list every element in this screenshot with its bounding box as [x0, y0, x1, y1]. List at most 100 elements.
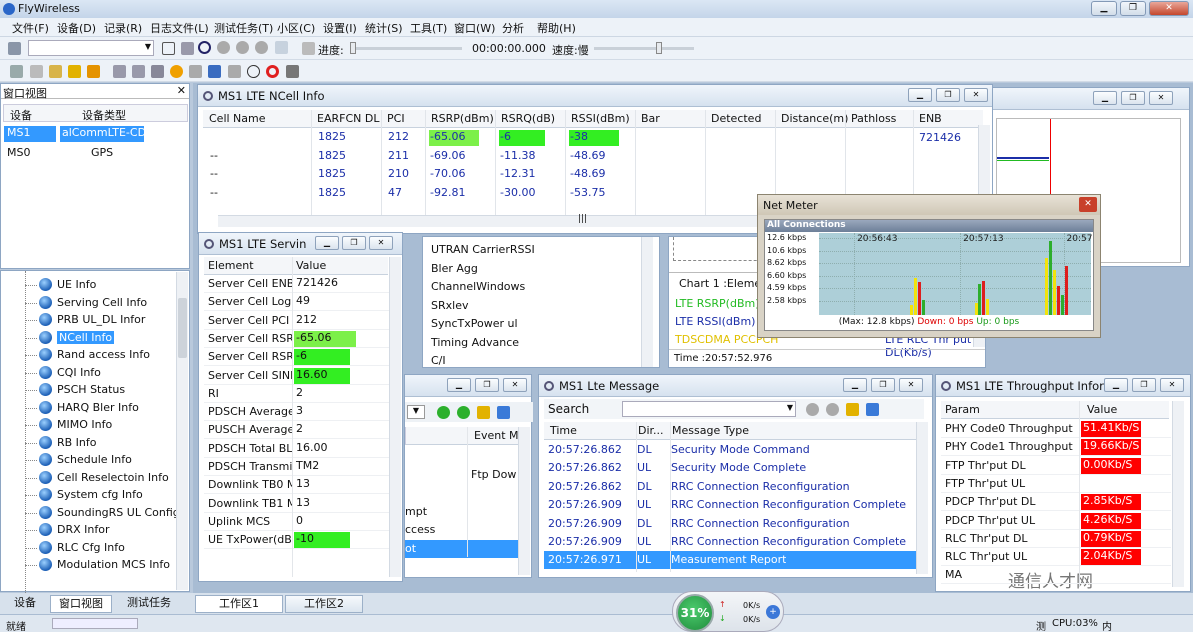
plus-icon[interactable]: +	[766, 605, 780, 619]
tab-workspace-1[interactable]: 工作区1	[195, 595, 283, 613]
menu-item[interactable]: 记录(R)	[104, 20, 142, 36]
minimize-button[interactable]: ▁	[843, 378, 867, 392]
ncell-col-header[interactable]: Distance(m)	[781, 112, 848, 125]
menu-item[interactable]: 文件(F)	[12, 20, 49, 36]
stop-icon[interactable]	[162, 42, 175, 55]
col-device-type[interactable]: 设备类型	[82, 107, 126, 123]
tree-item[interactable]: Cell Reselectoin Info	[25, 470, 176, 486]
tree-item[interactable]: NCell Info	[25, 330, 176, 346]
timer-icon[interactable]	[247, 65, 260, 78]
bus-icon[interactable]	[286, 65, 299, 78]
event-row[interactable]	[405, 447, 518, 465]
col-value[interactable]: Value	[1087, 403, 1117, 416]
table-row[interactable]: RLC Thr'put DL 0.79Kb/S	[941, 530, 1171, 548]
tree-item[interactable]: RLC Cfg Info	[25, 540, 176, 556]
speed-slider[interactable]	[594, 42, 694, 54]
restore-button[interactable]: ❐	[936, 88, 960, 102]
info-icon[interactable]	[198, 41, 211, 54]
table-row[interactable]: PDCP Thr'put UL 4.26Kb/S	[941, 512, 1171, 530]
message-row[interactable]: 20:57:26.909 UL RRC Connection Reconfigura…	[544, 496, 916, 514]
col-event[interactable]: Event M	[474, 429, 519, 442]
restore-button[interactable]: ❐	[342, 236, 366, 250]
ncell-col-header[interactable]: EARFCN DL	[317, 112, 379, 125]
table-row[interactable]: RI 2	[204, 385, 389, 403]
tab-devices[interactable]: 设备	[2, 595, 48, 613]
table-row[interactable]: RLC Thr'put UL 2.04Kb/S	[941, 548, 1171, 567]
close-button[interactable]: ✕	[899, 378, 923, 392]
close-icon[interactable]: ✕	[177, 84, 186, 97]
table-row[interactable]: PHY Code1 Throughput 19.66Kb/S	[941, 438, 1171, 457]
tree-item[interactable]: Rand access Info	[25, 347, 176, 363]
table-row[interactable]: Server Cell SINR 16.60	[204, 367, 389, 385]
param-item[interactable]: ChannelWindows	[431, 280, 525, 293]
arrow-up-icon[interactable]	[806, 403, 819, 416]
device-row[interactable]: MS1 alCommLTE-CDMA	[4, 124, 189, 142]
menu-item[interactable]: 小区(C)	[277, 20, 315, 36]
ncell-col-header[interactable]: Detected	[711, 112, 761, 125]
table-row[interactable]: Server Cell ENB 721426	[204, 275, 389, 293]
import-icon[interactable]	[87, 65, 100, 78]
folder-icon[interactable]	[8, 42, 21, 55]
table-row[interactable]: -- 1825 211 -69.06 -11.38 -48.69	[203, 148, 978, 166]
event-row[interactable]: ot	[405, 539, 518, 558]
minimize-button[interactable]: ▁	[1091, 1, 1117, 16]
minimize-button[interactable]: ▁	[1093, 91, 1117, 105]
tab-test-tasks[interactable]: 测试任务	[114, 595, 184, 613]
menu-item[interactable]: 统计(S)	[365, 20, 403, 36]
message-row[interactable]: 20:57:26.862 DL RRC Connection Reconfigura…	[544, 478, 916, 496]
message-row[interactable]: 20:57:26.862 UL Security Mode Complete	[544, 459, 916, 477]
minimize-button[interactable]: ▁	[1104, 378, 1128, 392]
event-row[interactable]: ccess	[405, 521, 518, 539]
menu-item[interactable]: 工具(T)	[410, 20, 447, 36]
database-icon[interactable]	[866, 403, 879, 416]
message-row[interactable]: 20:57:26.971 UL Measurement Report	[544, 551, 916, 570]
ncell-col-header[interactable]: Cell Name	[209, 112, 266, 125]
param-item[interactable]: UTRAN CarrierRSSI	[431, 243, 535, 256]
table-row[interactable]: Downlink TB1 M 13	[204, 495, 389, 513]
menu-item[interactable]: 日志文件(L)	[150, 20, 209, 36]
menu-item[interactable]: 分析	[502, 20, 524, 36]
tree-item[interactable]: HARQ Bler Info	[25, 400, 176, 416]
tree-item[interactable]: SoundingRS UL Config	[25, 505, 180, 521]
event-row[interactable]	[405, 484, 518, 502]
device-row[interactable]: MS0 GPS	[4, 144, 189, 162]
play-icon[interactable]	[236, 41, 249, 54]
col-device[interactable]: 设备	[10, 107, 32, 123]
table-row[interactable]: FTP Thr'put DL 0.00Kb/S	[941, 457, 1171, 475]
tree-item[interactable]: UE Info	[25, 277, 176, 293]
arrow-down-icon[interactable]	[457, 406, 470, 419]
tree-item[interactable]: Serving Cell Info	[25, 295, 176, 311]
tree-item[interactable]: RB Info	[25, 435, 176, 451]
tree-item[interactable]: Modulation MCS Info	[25, 557, 176, 573]
session-select[interactable]: ▼	[28, 40, 154, 56]
table-row[interactable]: 1825 212 -65.06 -6 -38 721426	[203, 129, 978, 147]
table-row[interactable]: PDCP Thr'put DL 2.85Kb/S	[941, 493, 1171, 512]
ncell-col-header[interactable]: Bar	[641, 112, 660, 125]
message-row[interactable]: 20:57:26.909 DL RRC Connection Reconfigura…	[544, 515, 916, 533]
param-item[interactable]: Bler Agg	[431, 262, 478, 275]
minimize-button[interactable]: ▁	[447, 378, 471, 392]
close-button[interactable]: ✕	[1160, 378, 1184, 392]
col-param[interactable]: Param	[945, 403, 980, 416]
tree-item[interactable]: PSCH Status	[25, 382, 176, 398]
serving-vscroll[interactable]	[389, 257, 401, 577]
table-row[interactable]: Server Cell Logic 49	[204, 293, 389, 312]
table-row[interactable]: PUSCH Average 2	[204, 421, 389, 440]
tree-item[interactable]: Schedule Info	[25, 452, 176, 468]
tree-item[interactable]: CQI Info	[25, 365, 176, 381]
pause-icon[interactable]	[255, 41, 268, 54]
event-row[interactable]: mpt	[405, 503, 518, 521]
message-row[interactable]: 20:57:26.909 UL RRC Connection Reconfigura…	[544, 533, 916, 551]
event-dropdown[interactable]: ▼	[407, 405, 425, 419]
minimize-button[interactable]: ▁	[315, 236, 339, 250]
table-row[interactable]: MA	[941, 566, 1171, 585]
tree-item[interactable]: System cfg Info	[25, 487, 176, 503]
network-speed-widget[interactable]: 31% ↑ ↓ 0K/s 0K/s +	[672, 591, 784, 632]
close-button[interactable]: ✕	[1149, 91, 1173, 105]
col-dir[interactable]: Dir...	[638, 424, 664, 437]
param-item[interactable]: SRxlev	[431, 299, 468, 312]
menu-item[interactable]: 窗口(W)	[454, 20, 495, 36]
stop-square-icon[interactable]	[189, 65, 202, 78]
filter-icon[interactable]	[113, 65, 126, 78]
menu-item[interactable]: 设置(I)	[323, 20, 357, 36]
